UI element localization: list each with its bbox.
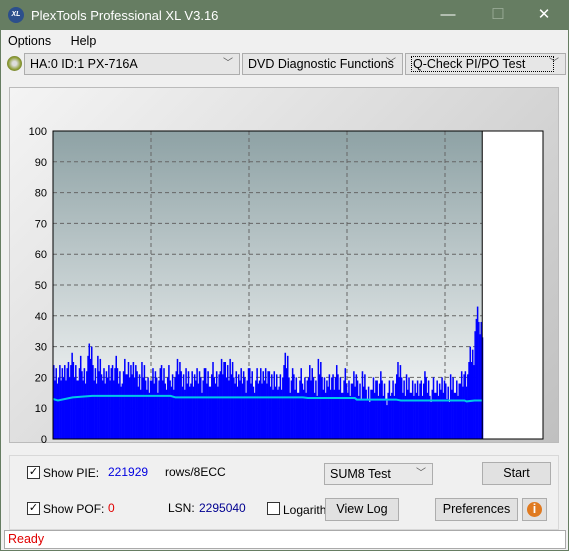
function-value: DVD Diagnostic Functions	[248, 57, 394, 71]
y-tick-label: 60	[35, 249, 47, 261]
y-tick-label: 70	[35, 218, 47, 230]
y-tick-label: 50	[35, 280, 47, 292]
window-title: PlexTools Professional XL V3.16	[31, 8, 219, 23]
drive-value: HA:0 ID:1 PX-716A	[30, 57, 138, 71]
lsn-value: 2295040	[199, 501, 246, 515]
pie-unit: rows/8ECC	[165, 465, 226, 479]
pof-value: 0	[108, 501, 115, 515]
menu-options[interactable]: Options	[8, 34, 51, 48]
minimize-button[interactable]: —	[433, 4, 463, 26]
app-logo-icon: XL	[8, 7, 24, 23]
function-select[interactable]: DVD Diagnostic Functions ﹀	[242, 53, 403, 75]
sum8-test-select[interactable]: SUM8 Test ﹀	[324, 463, 433, 485]
y-tick-label: 30	[35, 342, 47, 354]
status-bar: Ready	[4, 530, 566, 549]
pie-value: 221929	[108, 465, 149, 479]
close-button[interactable]: ✕	[529, 4, 559, 26]
maximize-button[interactable]: ☐	[483, 4, 513, 26]
chart-area: 0102030405060708090100012345	[9, 87, 559, 458]
show-pof-checkbox[interactable]: ✓	[27, 502, 40, 515]
menu-bar: Options Help	[8, 34, 112, 48]
show-pof-label: Show POF:	[43, 502, 105, 516]
unused-region	[482, 131, 543, 439]
controls-panel: ✓ Show PIE: 221929 rows/8ECC SUM8 Test ﹀ …	[9, 455, 559, 530]
y-tick-label: 80	[35, 188, 47, 200]
view-log-button[interactable]: View Log	[325, 498, 399, 521]
info-icon: i	[527, 502, 542, 517]
y-tick-label: 20	[35, 372, 47, 384]
main-window: Options Help HA:0 ID:1 PX-716A ﹀ DVD Diag…	[1, 30, 568, 550]
start-button[interactable]: Start	[482, 462, 551, 485]
preferences-button[interactable]: Preferences	[435, 498, 518, 521]
chevron-down-icon: ﹀	[386, 58, 396, 69]
y-tick-label: 90	[35, 157, 47, 169]
disc-icon	[7, 56, 22, 71]
info-button[interactable]: i	[522, 498, 547, 521]
test-value: Q-Check PI/PO Test	[411, 56, 555, 72]
show-pie-checkbox[interactable]: ✓	[27, 466, 40, 479]
y-tick-label: 10	[35, 403, 47, 415]
title-bar: XL PlexTools Professional XL V3.16 — ☐ ✕	[0, 0, 569, 30]
show-pie-label: Show PIE:	[43, 466, 100, 480]
chevron-down-icon: ﹀	[549, 58, 559, 69]
y-tick-label: 100	[29, 126, 47, 138]
chevron-down-icon: ﹀	[223, 58, 233, 69]
y-tick-label: 40	[35, 311, 47, 323]
sum8-value: SUM8 Test	[330, 467, 391, 481]
test-select[interactable]: Q-Check PI/PO Test ﹀	[405, 53, 566, 75]
lsn-label: LSN:	[168, 501, 195, 515]
y-tick-label: 0	[41, 434, 47, 444]
logarithmic-checkbox[interactable]	[267, 502, 280, 515]
menu-help[interactable]: Help	[71, 34, 97, 48]
pi-po-chart: 0102030405060708090100012345	[29, 126, 546, 458]
chevron-down-icon: ﹀	[416, 468, 426, 479]
drive-select[interactable]: HA:0 ID:1 PX-716A ﹀	[24, 53, 240, 75]
